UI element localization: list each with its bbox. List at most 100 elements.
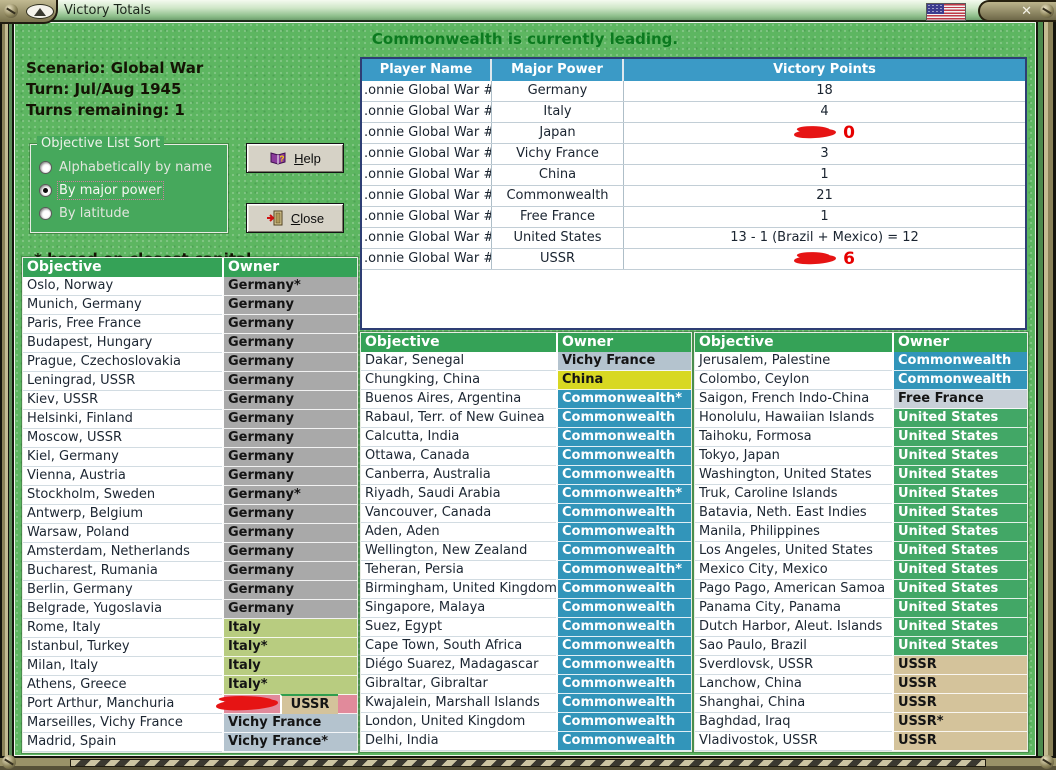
objective-row: Prague, Czechoslovakia Germany [23, 353, 357, 372]
objective-row: Los Angeles, United States United States [695, 542, 1027, 561]
owner-cell: Commonwealth [556, 409, 691, 428]
players-table-body: .onnie Global War # Germany 18 .onnie Globa… [362, 81, 1025, 270]
player-name-cell: .onnie Global War # [362, 144, 492, 164]
objective-cell: Birmingham, United Kingdom [361, 580, 556, 599]
help-button[interactable]: ? Help [246, 143, 344, 173]
objective-cell: Tokyo, Japan [695, 447, 892, 466]
owner-cell: Commonwealth [556, 466, 691, 485]
owner-cell: Commonwealth [892, 371, 1027, 390]
objective-cell: Sverdlovsk, USSR [695, 656, 892, 675]
column-header-victory-points: Victory Points [773, 62, 876, 77]
player-row: .onnie Global War # Italy 4 [362, 102, 1025, 123]
players-table-header: Player Name Major Power Victory Points [362, 59, 1025, 81]
owner-cell: Commonwealth [556, 675, 691, 694]
owner-cell: Italy* [222, 638, 357, 657]
objective-row: Leningrad, USSR Germany [23, 372, 357, 391]
objective-cell: Paris, Free France [23, 315, 222, 334]
objective-row: Athens, Greece Italy* [23, 676, 357, 695]
objective-cell: Gibraltar, Gibraltar [361, 675, 556, 694]
objective-row: Rabaul, Terr. of New Guinea Commonwealth [361, 409, 691, 428]
owner-cell: Commonwealth [556, 618, 691, 637]
window-frame-left [0, 22, 14, 756]
objective-row: Birmingham, United Kingdom Commonwealth [361, 580, 691, 599]
radio-selected-icon[interactable] [39, 184, 52, 197]
objective-table-body: Dakar, Senegal Vichy France Chungking, Chi… [361, 352, 691, 751]
objective-row: Pago Pago, American Samoa United States [695, 580, 1027, 599]
red-scribble-annotation [793, 253, 837, 265]
objective-row: Milan, Italy Italy [23, 657, 357, 676]
objective-cell: Vladivostok, USSR [695, 732, 892, 751]
objective-cell: Vancouver, Canada [361, 504, 556, 523]
objective-row: Helsinki, Finland Germany [23, 410, 357, 429]
objective-row: Riyadh, Saudi Arabia Commonwealth* [361, 485, 691, 504]
objective-row: Baghdad, Iraq USSR* [695, 713, 1027, 732]
red-scribble-annotation [793, 127, 837, 139]
column-header-player-name: Player Name [362, 59, 492, 81]
column-header-objective: Objective [365, 334, 440, 350]
owner-cell: Commonwealth [556, 447, 691, 466]
titlebar-left-tab [0, 0, 58, 24]
owner-cell: United States [892, 561, 1027, 580]
owner-cell: Germany [222, 410, 357, 429]
window-menu-button[interactable] [26, 4, 54, 19]
objective-row: Delhi, India Commonwealth [361, 732, 691, 751]
objective-row: Dutch Harbor, Aleut. Islands United State… [695, 618, 1027, 637]
owner-cell: Germany [222, 353, 357, 372]
objective-cell: Amsterdam, Netherlands [23, 543, 222, 562]
objective-cell: Honolulu, Hawaiian Islands [695, 409, 892, 428]
objective-cell: Oslo, Norway [23, 277, 222, 296]
owner-cell: United States [892, 428, 1027, 447]
objective-row: Vancouver, Canada Commonwealth [361, 504, 691, 523]
close-accelerator: C [290, 210, 301, 226]
objective-row: Kiel, Germany Germany [23, 448, 357, 467]
radio-alphabetically-by-name[interactable]: Alphabetically by name [39, 159, 227, 176]
help-text: elp [303, 150, 321, 166]
objective-row: Amsterdam, Netherlands Germany [23, 543, 357, 562]
owner-cell: Commonwealth* [556, 485, 691, 504]
objective-table-header: Objective Owner [23, 258, 357, 277]
owner-cell: United States [892, 618, 1027, 637]
objective-row: Ottawa, Canada Commonwealth [361, 447, 691, 466]
player-name-cell: .onnie Global War # [362, 165, 492, 185]
player-row: .onnie Global War # Free France 1 [362, 207, 1025, 228]
owner-cell: Germany [222, 600, 357, 619]
red-number-annotation: 6 [843, 248, 855, 269]
player-power-cell: China [492, 165, 624, 185]
triangle-icon [34, 7, 46, 16]
content-area: Commonwealth is currently leading. Scena… [14, 22, 1036, 756]
radio-icon[interactable] [39, 207, 52, 220]
screw-icon [1040, 4, 1054, 18]
objective-row: Munich, Germany Germany [23, 296, 357, 315]
player-points-cell: 1 [820, 167, 829, 182]
owner-cell: Vichy France [556, 352, 691, 371]
radio-by-latitude[interactable]: By latitude [39, 205, 227, 222]
owner-cell: USSR [892, 732, 1027, 751]
player-power-cell: United States [492, 228, 624, 248]
player-power-cell: Commonwealth [492, 186, 624, 206]
titlebar[interactable]: Victory Totals [0, 0, 1056, 22]
objective-row: Antwerp, Belgium Germany [23, 505, 357, 524]
objective-row: Vienna, Austria Germany [23, 467, 357, 486]
owner-cell: United States [892, 504, 1027, 523]
objective-list-sort-group: Objective List Sort Alphabetically by na… [30, 136, 228, 233]
radio-icon[interactable] [39, 161, 52, 174]
player-row: .onnie Global War # Germany 18 [362, 81, 1025, 102]
player-row: .onnie Global War # United States 13 - 1 (… [362, 228, 1025, 249]
owner-cell: Germany* [222, 486, 357, 505]
screw-icon [4, 4, 18, 18]
objective-cell: Helsinki, Finland [23, 410, 222, 429]
objective-cell: Panama City, Panama [695, 599, 892, 618]
objective-cell: Lanchow, China [695, 675, 892, 694]
objective-row: Saigon, French Indo-China Free France [695, 390, 1027, 409]
objective-cell: Dakar, Senegal [361, 352, 556, 371]
close-dialog-button[interactable]: Close [246, 203, 344, 233]
radio-by-major-power[interactable]: By major power [39, 181, 227, 200]
objective-cell: Rome, Italy [23, 619, 222, 638]
help-book-icon: ? [270, 151, 286, 165]
owner-cell: United States [892, 599, 1027, 618]
player-name-cell: .onnie Global War # [362, 81, 492, 101]
objective-cell: Ottawa, Canada [361, 447, 556, 466]
leader-banner: Commonwealth is currently leading. [371, 30, 679, 48]
objective-row: Istanbul, Turkey Italy* [23, 638, 357, 657]
player-points-cell: 6 [624, 249, 1025, 269]
